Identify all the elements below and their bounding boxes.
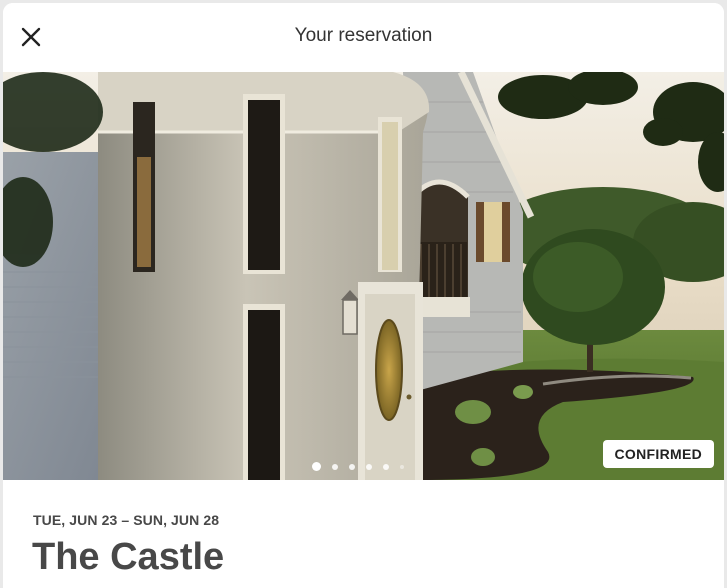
carousel-dot[interactable] <box>332 463 338 470</box>
listing-photo <box>3 72 724 480</box>
listing-photo-carousel[interactable]: CONFIRMED <box>3 72 724 480</box>
listing-title: The Castle <box>32 536 225 578</box>
status-badge: CONFIRMED <box>602 440 714 468</box>
carousel-dots <box>312 462 404 471</box>
carousel-dot[interactable] <box>366 463 372 470</box>
reservation-modal: Your reservation CONFIRMED TUE, JUN 23 –… <box>3 3 724 588</box>
carousel-dot[interactable] <box>400 464 404 469</box>
modal-header: Your reservation <box>3 3 724 71</box>
carousel-dot[interactable] <box>383 463 389 470</box>
modal-title: Your reservation <box>294 25 433 46</box>
carousel-dot[interactable] <box>349 463 355 470</box>
carousel-dot[interactable] <box>312 462 321 471</box>
reservation-dates: TUE, JUN 23 – SUN, JUN 28 <box>33 512 220 528</box>
